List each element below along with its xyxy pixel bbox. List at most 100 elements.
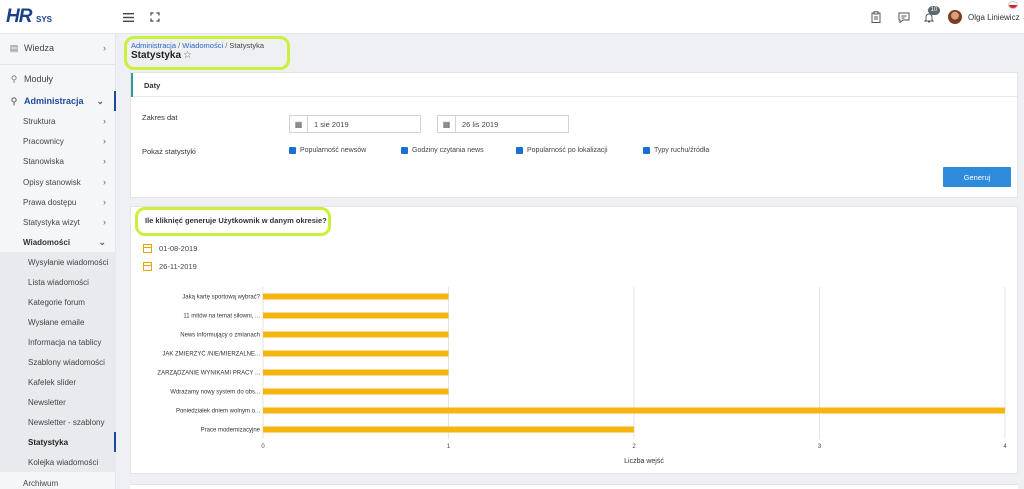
sidebar-item-label: Newsletter [28,397,66,407]
sidebar-item-label: Administracja [24,96,84,106]
sidebar-item-label: Wysyłanie wiadomości [28,257,109,267]
fullscreen-icon[interactable] [147,9,163,25]
sidebar-item-newsletter-szablony[interactable]: Newsletter - szablony [0,412,116,432]
sidebar-item-szablony-wiadomosci[interactable]: Szablony wiadomości [0,352,116,372]
sidebar-item-kategorie-forum[interactable]: Kategorie forum [0,292,116,312]
page-title: Statystyka ☆ [131,50,192,61]
logo-main: HR [6,6,32,27]
breadcrumb-link-administracja[interactable]: Administracja [131,41,176,50]
breadcrumb: Administracja / Wiadomości / Statystyka [131,41,264,50]
sidebar-item-prawa-dostepu[interactable]: Prawa dostępu › [0,192,116,212]
sidebar-item-label: Statystyka wizyt [23,217,80,227]
sidebar-item-newsletter[interactable]: Newsletter [0,392,116,412]
sidebar-item-stanowiska[interactable]: Stanowiska › [0,151,116,171]
sidebar-item-moduly[interactable]: ⚲ Moduły [0,69,116,89]
checkbox-icon [289,147,296,154]
chevron-right-icon: › [103,136,106,146]
date-from-input[interactable]: ▦ 1 sie 2019 [289,115,421,133]
end-date-text: 26-11-2019 [159,262,197,271]
chevron-right-icon: › [103,116,106,126]
document-icon: ▤ [9,42,19,53]
chat-icon[interactable] [896,9,912,25]
breadcrumb-current: Statystyka [229,41,264,50]
next-panel-edge [130,484,1018,489]
checkbox-icon [516,147,523,154]
checkbox-popularnosc-lokalizacji[interactable]: Popularność po lokalizacji [516,147,608,154]
logo-sub: SYS [36,15,53,24]
sidebar-item-wyslane-emaile[interactable]: Wysłane emaile [0,312,116,332]
calendar-icon: ▦ [290,116,308,132]
sidebar: ▤ Wiedza › ⚲ Moduły ⚲ Administracja ⌄ St… [0,34,116,489]
chevron-right-icon: › [103,217,106,227]
hrsys-logo[interactable]: HR SYS [6,6,66,28]
top-bar: HR SYS 10 Olga Liniewicz ⌄ [0,0,1024,34]
page-title-text: Statystyka [131,50,182,61]
sidebar-item-struktura[interactable]: Struktura › [0,111,116,131]
polish-flag-icon[interactable] [1008,1,1018,9]
sidebar-item-label: Newsletter - szablony [28,417,105,427]
sidebar-item-wiedza[interactable]: ▤ Wiedza › [0,38,116,58]
wrench-icon: ⚲ [10,95,18,106]
start-date-text: 01-08-2019 [159,244,198,253]
sidebar-item-label: Opisy stanowisk [23,177,81,187]
sidebar-item-label: Statystyka [28,437,69,447]
hamburger-menu-icon[interactable] [120,9,136,25]
date-filter-panel: Daty Zakres dat ▦ 1 sie 2019 ▦ 26 lis 20… [130,72,1018,198]
chevron-right-icon: › [103,197,106,207]
sidebar-item-pracownicy[interactable]: Pracownicy › [0,131,116,151]
sidebar-item-informacja-na-tablicy[interactable]: Informacja na tablicy [0,332,116,352]
panel-header: Daty [131,73,1017,97]
sidebar-item-label: Pracownicy [23,136,64,146]
sidebar-item-archiwum[interactable]: Archiwum [0,473,116,489]
avatar[interactable] [948,10,962,24]
sidebar-item-label: Szablony wiadomości [28,357,105,367]
sidebar-item-kolejka-wiadomosci[interactable]: Kolejka wiadomości [0,452,116,472]
checkbox-label: Godziny czytania news [412,147,484,154]
date-to-input[interactable]: ▦ 26 lis 2019 [437,115,569,133]
sidebar-item-label: Wiedza [24,43,55,53]
chevron-right-icon: › [103,156,106,166]
divider [0,64,116,65]
star-icon[interactable]: ☆ [183,50,192,61]
checkbox-label: Typy ruchu/źródła [654,147,710,154]
panel-accent [131,73,133,97]
stats-panel [130,206,1018,474]
sidebar-item-label: Lista wiadomości [28,277,89,287]
generate-button[interactable]: Generuj [943,167,1011,187]
sidebar-item-administracja[interactable]: ⚲ Administracja ⌄ [0,91,116,111]
sidebar-item-wiadomosci[interactable]: Wiadomości ⌄ [0,232,116,252]
sidebar-item-label: Moduły [24,74,54,84]
breadcrumb-link-wiadomosci[interactable]: Wiadomości [182,41,223,50]
end-date-row: 26-11-2019 [143,262,197,271]
sidebar-item-label: Kolejka wiadomości [28,457,99,467]
sidebar-item-label: Wysłane emaile [28,317,85,327]
sidebar-item-lista-wiadomosci[interactable]: Lista wiadomości [0,272,116,292]
clipboard-icon[interactable] [868,9,884,25]
date-from-value: 1 sie 2019 [314,120,349,129]
sidebar-item-label: Stanowiska [23,156,64,166]
sidebar-item-label: Kafelek slider [28,377,77,387]
sidebar-item-label: Informacja na tablicy [28,337,102,347]
sidebar-item-wysylanie-wiadomosci[interactable]: Wysyłanie wiadomości [0,252,116,272]
date-to-value: 26 lis 2019 [462,120,499,129]
calendar-icon: ▦ [438,116,456,132]
checkbox-popularnosc-newsow[interactable]: Popularność newsów [289,147,366,154]
sidebar-item-statystyka-wizyt[interactable]: Statystyka wizyt › [0,212,116,232]
checkbox-godziny-czytania[interactable]: Godziny czytania news [401,147,484,154]
date-range-label: Zakres dat [142,113,178,122]
wrench-icon: ⚲ [10,73,18,84]
show-stats-label: Pokaż statystyki [142,147,196,156]
sidebar-item-opisy-stanowisk[interactable]: Opisy stanowisk › [0,172,116,192]
sidebar-item-label: Struktura [23,116,56,126]
sidebar-item-statystyka[interactable]: Statystyka [0,432,116,452]
sidebar-item-label: Prawa dostępu [23,197,77,207]
sidebar-item-label: Kategorie forum [28,297,85,307]
checkbox-label: Popularność po lokalizacji [527,147,608,154]
sidebar-item-kafelek-slider[interactable]: Kafelek slider [0,372,116,392]
user-name-text: Olga Liniewicz [968,13,1020,22]
checkbox-icon [401,147,408,154]
notification-badge: 10 [928,6,940,15]
stats-question: Ile kliknięć generuje Użytkownik w danym… [145,216,327,225]
checkbox-typy-ruchu[interactable]: Typy ruchu/źródła [643,147,709,154]
user-name[interactable]: Olga Liniewicz ⌄ [968,13,1024,22]
